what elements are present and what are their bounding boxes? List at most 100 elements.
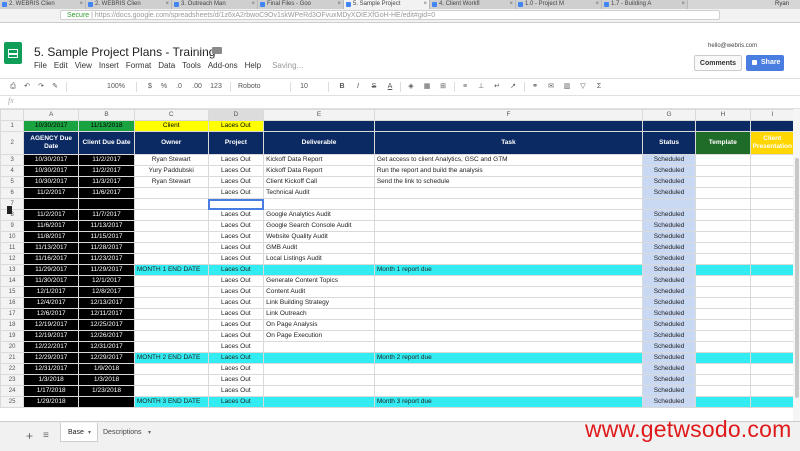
status-cell[interactable]: Scheduled [642,396,696,408]
browser-tab[interactable]: 3. Outreach Man × [172,0,258,9]
insert-link-icon[interactable]: ⚭ [530,81,540,93]
owner-cell[interactable] [133,363,209,375]
task-cell[interactable] [373,319,644,331]
menu-format[interactable]: Format [126,61,151,70]
deliverable-cell[interactable]: GMB Audit [263,242,375,254]
template-cell[interactable] [695,253,751,265]
redo-icon[interactable]: ↷ [36,81,46,93]
project-cell[interactable]: Laces Out [207,275,265,287]
owner-cell[interactable]: Ryan Stewart [133,154,209,166]
client-presentation-cell[interactable] [749,363,795,375]
client-presentation-cell[interactable] [749,330,795,342]
insert-chart-icon[interactable]: ▥ [562,81,572,93]
browser-user[interactable]: Ryan [764,0,800,9]
menu-insert[interactable]: Insert [99,61,119,70]
deliverable-cell[interactable]: On Page Analysis [263,319,375,331]
template-cell[interactable] [695,275,751,287]
client-presentation-cell[interactable] [749,264,795,276]
formula-bar[interactable] [0,94,800,109]
status-cell[interactable]: Scheduled [642,253,696,265]
undo-icon[interactable]: ↶ [22,81,32,93]
client-due-cell[interactable]: 11/2/2017 [78,165,135,177]
column-title[interactable]: Deliverable [263,131,375,155]
close-tab-icon[interactable]: × [251,0,255,9]
close-tab-icon[interactable]: × [337,0,341,9]
template-cell[interactable] [695,242,751,254]
agency-due-cell[interactable]: 11/30/2017 [23,275,80,287]
number-format-button[interactable]: 123 [209,81,223,93]
template-cell[interactable] [695,385,751,397]
chevron-down-icon[interactable]: ▾ [88,429,91,436]
comments-button[interactable]: Comments [694,55,742,71]
client-presentation-cell[interactable] [749,275,795,287]
status-cell[interactable]: Scheduled [642,187,696,199]
task-cell[interactable] [373,330,644,342]
template-cell[interactable] [695,165,751,177]
deliverable-cell[interactable]: Generate Content Topics [263,275,375,287]
status-cell[interactable]: Scheduled [642,308,696,320]
row-header[interactable]: 11 [0,242,25,254]
agency-due-cell[interactable]: 11/2/2017 [23,209,80,221]
task-cell[interactable] [373,187,644,199]
row-header[interactable]: 14 [0,275,25,287]
project-cell[interactable]: Laces Out [207,341,265,353]
project-cell[interactable]: Laces Out [207,220,265,232]
column-header[interactable]: B [78,109,135,121]
folder-icon[interactable] [212,47,222,54]
percent-button[interactable]: % [160,81,168,93]
decrease-decimal-button[interactable]: .0 [174,81,184,93]
owner-cell[interactable] [133,231,209,243]
agency-due-cell[interactable]: 12/1/2017 [23,286,80,298]
task-cell[interactable] [373,363,644,375]
row-header[interactable]: 1 [0,120,25,132]
menu-edit[interactable]: Edit [54,61,68,70]
owner-cell[interactable] [133,374,209,386]
owner-cell[interactable]: Ryan Stewart [133,176,209,188]
client-presentation-cell[interactable] [749,253,795,265]
project-cell[interactable]: Laces Out [207,330,265,342]
browser-tab[interactable]: 1.7 - Building A × [602,0,688,9]
client-due-cell[interactable]: 12/31/2017 [78,341,135,353]
status-cell[interactable]: Scheduled [642,363,696,375]
client-due-cell[interactable]: 11/23/2017 [78,253,135,265]
task-cell[interactable]: Get access to client Analytics, GSC and … [373,154,644,166]
row-header[interactable]: 7 [0,198,25,210]
agency-due-cell[interactable]: 10/30/2017 [23,165,80,177]
task-cell[interactable] [373,231,644,243]
owner-cell[interactable] [133,253,209,265]
task-cell[interactable] [373,297,644,309]
borders-icon[interactable]: ▦ [422,81,432,93]
bold-button[interactable]: B [338,81,346,93]
project-cell[interactable]: Laces Out [207,187,265,199]
owner-cell[interactable] [133,319,209,331]
row-header[interactable]: 25 [0,396,25,408]
owner-cell[interactable] [133,242,209,254]
close-tab-icon[interactable]: × [681,0,685,9]
column-title[interactable]: Template [695,131,751,155]
status-cell[interactable]: Scheduled [642,352,696,364]
status-cell[interactable]: Scheduled [642,220,696,232]
client-due-cell[interactable]: 11/2/2017 [78,154,135,166]
column-title[interactable]: Client Presentation [749,131,795,155]
agency-due-cell[interactable]: 11/6/2017 [23,220,80,232]
row-header[interactable]: 24 [0,385,25,397]
project-cell[interactable]: Laces Out [207,297,265,309]
project-cell[interactable]: Laces Out [207,308,265,320]
client-presentation-cell[interactable] [749,374,795,386]
column-title[interactable]: Task [373,131,644,155]
deliverable-cell[interactable] [263,363,375,375]
browser-tab[interactable]: 5. Sample Project × [344,0,430,9]
column-title[interactable]: Project [207,131,265,155]
status-cell[interactable]: Scheduled [642,286,696,298]
deliverable-cell[interactable]: Kickoff Data Report [263,165,375,177]
client-due-cell[interactable]: 12/1/2017 [78,275,135,287]
row-header[interactable]: 22 [0,363,25,375]
agency-due-cell[interactable]: 1/29/2018 [23,396,80,408]
status-cell[interactable]: Scheduled [642,275,696,287]
row-header[interactable]: 23 [0,374,25,386]
owner-cell[interactable] [133,275,209,287]
print-icon[interactable]: ⎙ [8,81,18,93]
deliverable-cell[interactable] [263,374,375,386]
agency-due-cell[interactable]: 1/3/2018 [23,374,80,386]
task-cell[interactable] [373,220,644,232]
